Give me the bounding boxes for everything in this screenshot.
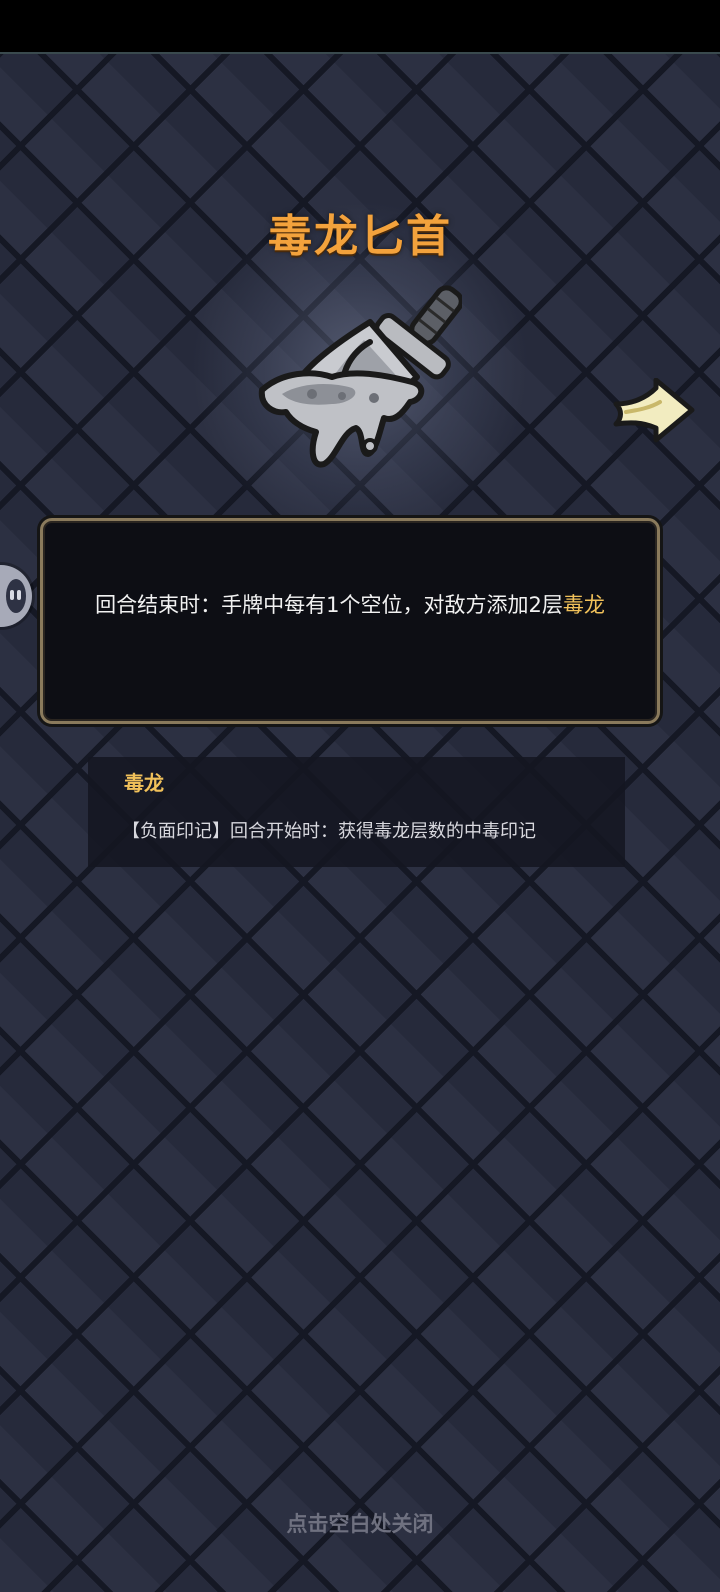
- next-arrow-icon[interactable]: [612, 378, 696, 444]
- description-main: 回合结束时：手牌中每有1个空位，对敌方添加2层: [95, 593, 563, 617]
- item-description-box: 回合结束时：手牌中每有1个空位，对敌方添加2层毒龙: [40, 518, 660, 724]
- keyword-description: 【负面印记】回合开始时：获得毒龙层数的中毒印记: [122, 821, 536, 842]
- status-bar: [0, 0, 720, 54]
- poison-dagger-icon: [258, 285, 462, 468]
- card-detail-screen[interactable]: 毒龙匕首 回合结束时：手牌中每有1个空位，对敌方添加2层毒龙 毒龙 【负面印记】…: [0, 0, 720, 1592]
- keyword-info-panel: 毒龙 【负面印记】回合开始时：获得毒龙层数的中毒印记: [88, 757, 625, 867]
- description-keyword[interactable]: 毒龙: [563, 593, 605, 617]
- close-hint[interactable]: 点击空白处关闭: [0, 1508, 720, 1538]
- item-title: 毒龙匕首: [268, 211, 452, 262]
- keyword-title: 毒龙: [124, 771, 164, 795]
- item-description: 回合结束时：手牌中每有1个空位，对敌方添加2层毒龙: [93, 587, 607, 623]
